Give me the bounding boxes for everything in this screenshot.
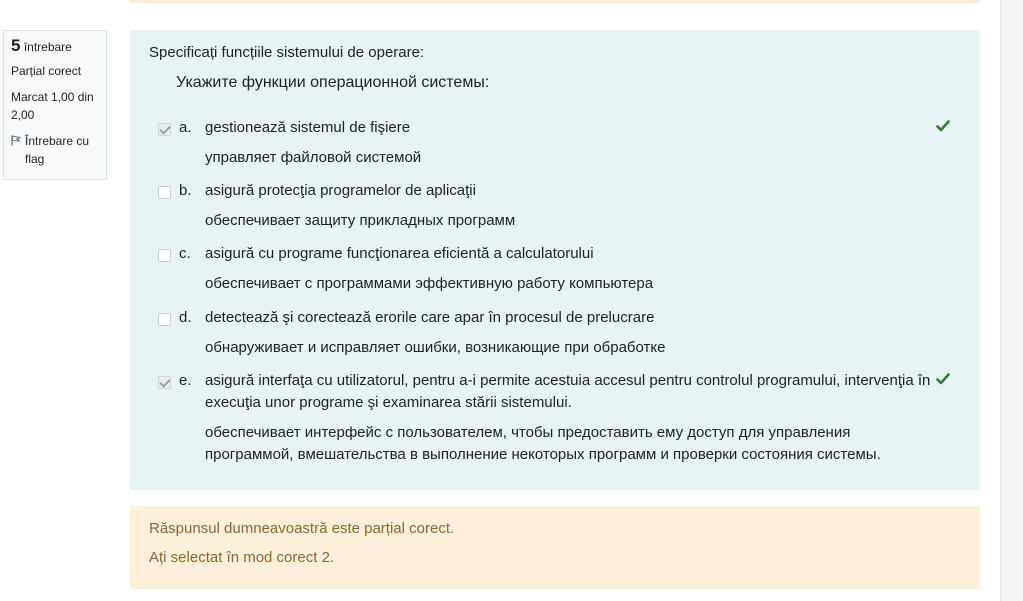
answer-checkbox-d[interactable]: [158, 313, 171, 326]
previous-feedback-edge: [130, 0, 980, 3]
answer-checkbox-c[interactable]: [158, 249, 171, 262]
answer-text-ru: управляет файловой системой: [205, 149, 422, 166]
answer-text-ro: asigură cu programe funcţionarea eficien…: [205, 245, 594, 262]
correct-check-icon: [936, 373, 950, 385]
question-info-panel: 5 întrebare Parțial corect Marcat 1,00 d…: [3, 30, 107, 180]
question-number: 5 întrebare: [11, 36, 72, 55]
answer-text-ro: detectează şi corectează erorile care ap…: [205, 309, 655, 326]
answer-letter: a.: [179, 119, 192, 136]
question-text-ru: Укажите функции операционной системы:: [176, 74, 490, 91]
answer-letter: b.: [179, 182, 192, 199]
question-feedback: Răspunsul dumneavoastră este parțial cor…: [130, 506, 980, 589]
answer-letter: e.: [179, 372, 192, 389]
correct-check-icon: [936, 120, 950, 132]
feedback-selected-text: Ați selectat în mod corect 2.: [149, 549, 335, 566]
answer-letter: c.: [179, 245, 191, 262]
flag-question-link[interactable]: Întrebare cu flag: [11, 132, 99, 168]
flag-label: Întrebare cu flag: [25, 134, 90, 166]
answer-checkbox-e[interactable]: [158, 376, 171, 389]
question-formulation: Specificați funcțiile sistemului de oper…: [130, 30, 980, 490]
answer-text-ro: gestionează sistemul de fişiere: [205, 119, 411, 136]
feedback-partial-text: Răspunsul dumneavoastră este parțial cor…: [149, 520, 455, 537]
answer-text-ro: asigură interfaţa cu utilizatorul, pentr…: [205, 372, 931, 411]
question-state: Parțial corect: [11, 64, 82, 78]
answer-text-ru: обеспечивает интерфейс с пользователем, …: [205, 424, 881, 463]
answer-text-ro: asigură protecţia programelor de aplicaţ…: [205, 182, 476, 199]
answer-letter: d.: [179, 309, 192, 326]
answer-text-ru: обеспечивает с программами эффективную р…: [205, 275, 654, 292]
answer-text-ru: обнаруживает и исправляет ошибки, возник…: [205, 339, 666, 356]
answer-checkbox-b[interactable]: [158, 186, 171, 199]
question-text-ro: Specificați funcțiile sistemului de oper…: [149, 44, 425, 61]
flag-icon: [11, 135, 21, 146]
answer-checkbox-a[interactable]: [158, 123, 171, 136]
page-scrollbar[interactable]: [1000, 0, 1023, 601]
question-grade: Marcat 1,00 din 2,00: [11, 90, 94, 122]
answer-text-ru: обеспечивает защиту прикладных программ: [205, 212, 516, 229]
